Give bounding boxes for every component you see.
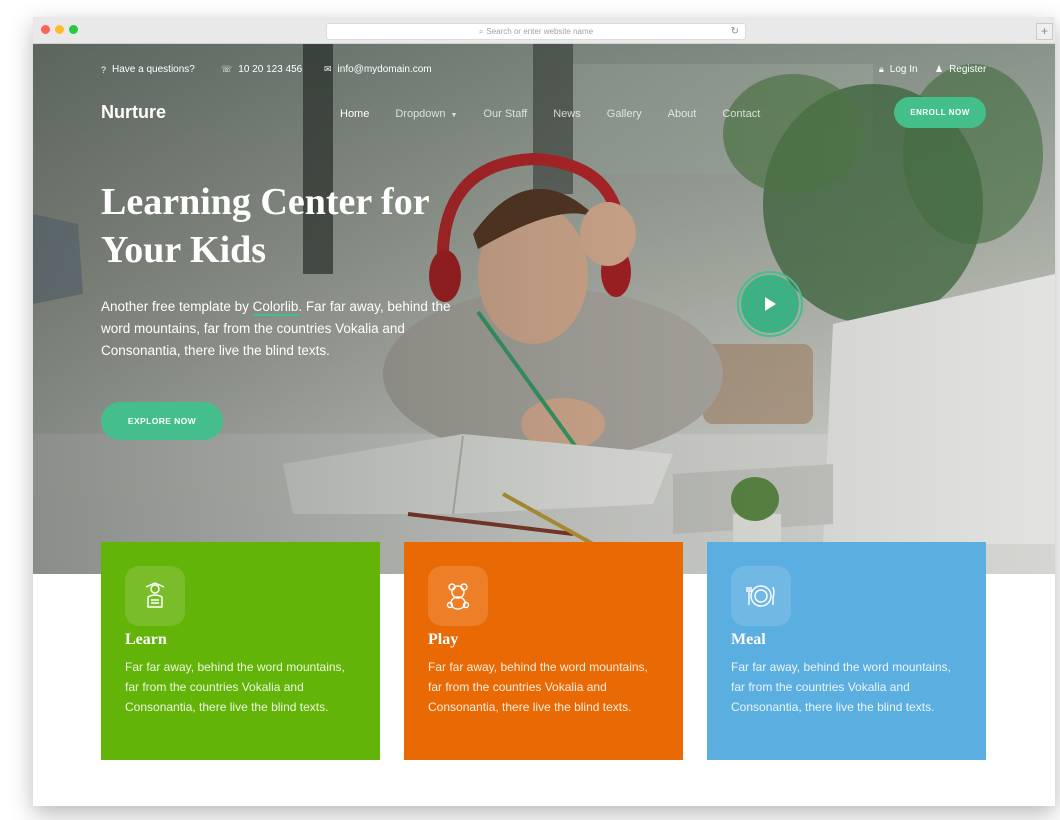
teddy-bear-icon bbox=[428, 566, 488, 626]
browser-window: ⌕ Search or enter website name ↻ + ? Hav… bbox=[33, 17, 1055, 806]
phone-icon: ☏ bbox=[221, 64, 233, 74]
login-link[interactable]: 🔒︎ Log In bbox=[879, 64, 918, 75]
phone-text: 10 20 123 456 bbox=[238, 64, 303, 75]
card-title: Meal bbox=[731, 631, 766, 648]
hero-title: Learning Center for Your Kids bbox=[101, 178, 521, 274]
browser-toolbar: ⌕ Search or enter website name ↻ + bbox=[33, 17, 1055, 44]
envelope-icon: ✉ bbox=[324, 64, 332, 74]
question-circle-icon: ? bbox=[101, 64, 107, 75]
question-item: ? Have a questions? bbox=[101, 64, 195, 75]
minimize-window-button[interactable] bbox=[55, 25, 64, 34]
new-tab-button[interactable]: + bbox=[1036, 23, 1053, 40]
login-text: Log In bbox=[889, 64, 918, 75]
card-title: Learn bbox=[125, 631, 167, 648]
enroll-now-button[interactable]: ENROLL NOW bbox=[894, 97, 986, 128]
hero-title-line1: Learning Center for bbox=[101, 181, 430, 223]
nav-item-dropdown-label: Dropdown bbox=[395, 108, 446, 120]
card-title: Play bbox=[428, 631, 459, 648]
feature-card-learn: Learn Far far away, behind the word moun… bbox=[101, 542, 380, 760]
reader-icon bbox=[125, 566, 185, 626]
contact-bar: ? Have a questions? ☏ 10 20 123 456 ✉ in… bbox=[101, 64, 987, 80]
nav-item-about[interactable]: About bbox=[668, 108, 697, 120]
register-link[interactable]: ♟ Register bbox=[935, 64, 986, 75]
nav-item-contact[interactable]: Contact bbox=[722, 108, 760, 120]
email-item[interactable]: ✉ info@mydomain.com bbox=[324, 64, 432, 75]
card-description: Far far away, behind the word mountains,… bbox=[428, 660, 648, 714]
nav-item-our-staff[interactable]: Our Staff bbox=[483, 108, 527, 120]
nav-item-home[interactable]: Home bbox=[340, 108, 369, 120]
nav-item-dropdown[interactable]: Dropdown ▼ bbox=[395, 108, 457, 120]
register-text: Register bbox=[949, 64, 987, 75]
email-text: info@mydomain.com bbox=[337, 64, 432, 75]
zoom-window-button[interactable] bbox=[69, 25, 78, 34]
address-bar[interactable]: ⌕ Search or enter website name ↻ bbox=[326, 23, 746, 40]
address-placeholder: Search or enter website name bbox=[486, 27, 594, 36]
hero-title-line2: Your Kids bbox=[101, 229, 267, 271]
hero-subtitle-before: Another free template by bbox=[101, 299, 253, 314]
hero-subtitle: Another free template by Colorlib. Far f… bbox=[101, 296, 461, 362]
question-text: Have a questions? bbox=[112, 64, 195, 75]
play-button-inner bbox=[741, 275, 799, 333]
card-description: Far far away, behind the word mountains,… bbox=[731, 660, 951, 714]
play-icon bbox=[765, 297, 776, 311]
main-nav: Home Dropdown ▼ Our Staff News Gallery Ab… bbox=[340, 108, 786, 120]
hero-section: ? Have a questions? ☏ 10 20 123 456 ✉ in… bbox=[33, 44, 1055, 574]
feature-card-meal: Meal Far far away, behind the word mount… bbox=[707, 542, 986, 760]
explore-now-button[interactable]: EXPLORE NOW bbox=[101, 402, 223, 440]
user-icon: ♟ bbox=[935, 64, 944, 74]
feature-card-play: Play Far far away, behind the word mount… bbox=[404, 542, 683, 760]
search-icon: ⌕ bbox=[478, 27, 484, 36]
meal-plate-icon bbox=[731, 566, 791, 626]
play-video-button[interactable] bbox=[737, 271, 803, 337]
nav-item-gallery[interactable]: Gallery bbox=[607, 108, 642, 120]
reload-icon[interactable]: ↻ bbox=[731, 24, 739, 39]
chevron-down-icon: ▼ bbox=[450, 112, 458, 119]
site-logo[interactable]: Nurture bbox=[101, 102, 166, 123]
lock-icon: 🔒︎ bbox=[879, 64, 884, 74]
colorlib-link[interactable]: Colorlib bbox=[252, 299, 299, 316]
phone-item[interactable]: ☏ 10 20 123 456 bbox=[221, 64, 302, 75]
nav-item-news[interactable]: News bbox=[553, 108, 581, 120]
close-window-button[interactable] bbox=[41, 25, 50, 34]
card-description: Far far away, behind the word mountains,… bbox=[125, 660, 345, 714]
